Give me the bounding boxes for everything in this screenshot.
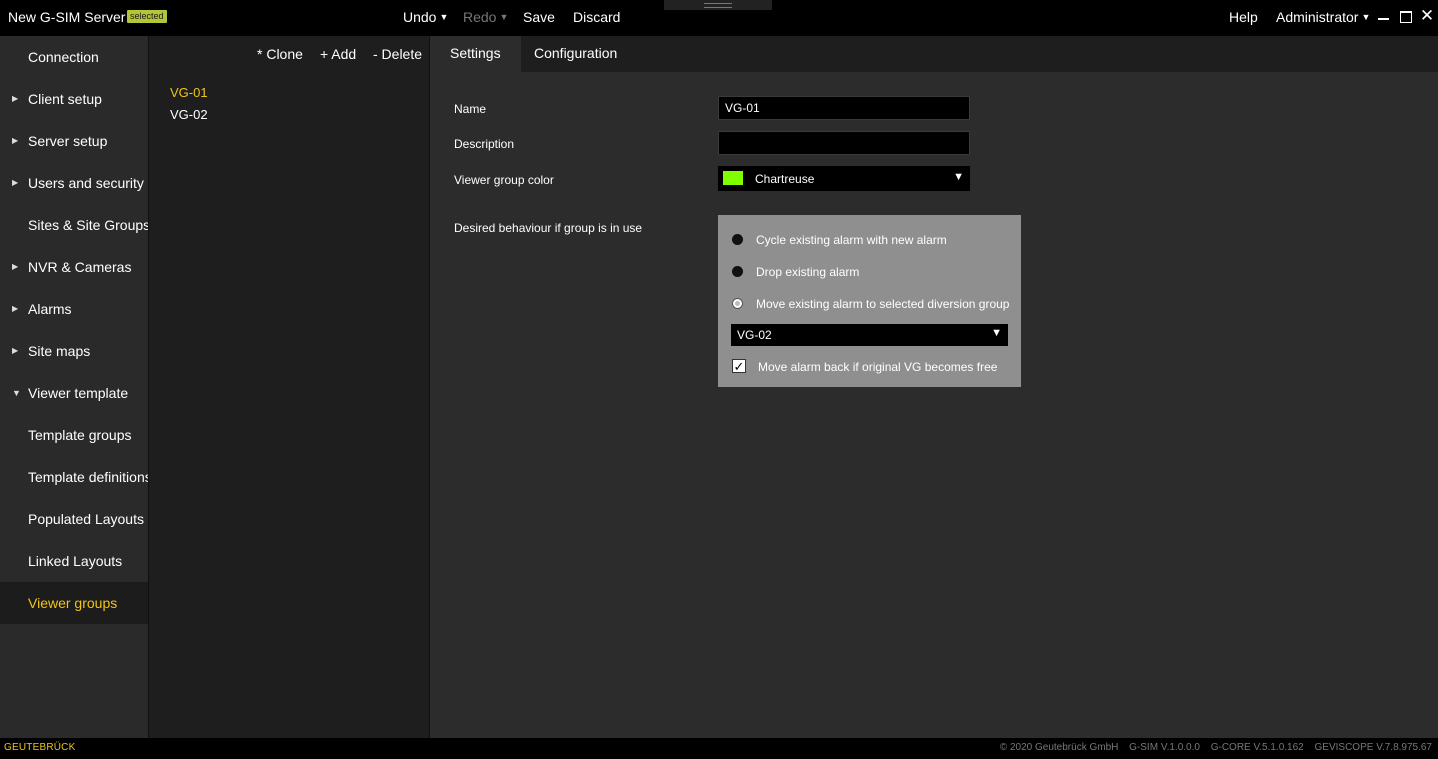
move-back-label: Move alarm back if original VG becomes f… bbox=[758, 360, 998, 374]
sidebar-item-label: Template definitions bbox=[28, 469, 152, 485]
diversion-group-select[interactable]: VG-02 ▼ bbox=[731, 324, 1008, 346]
radio-label: Drop existing alarm bbox=[756, 265, 860, 279]
discard-button[interactable]: Discard bbox=[573, 9, 620, 25]
app-title: New G-SIM Server bbox=[8, 9, 126, 25]
radio-button-icon bbox=[732, 298, 743, 309]
sidebar-item-label: Site maps bbox=[28, 343, 91, 359]
radio-label: Cycle existing alarm with new alarm bbox=[756, 233, 947, 247]
sidebar-item-server-setup[interactable]: ▶ Server setup bbox=[0, 120, 148, 162]
title-bar: New G-SIM Server selected Undo ▼ Redo ▼ Sa… bbox=[0, 0, 1438, 36]
sidebar-item-label: Viewer template bbox=[28, 385, 129, 401]
collapse-arrow-icon: ▼ bbox=[12, 388, 21, 398]
main-panel: Settings Configuration Name Description … bbox=[430, 36, 1438, 738]
expand-arrow-icon: ▶ bbox=[12, 94, 19, 103]
user-menu[interactable]: Administrator ▼ bbox=[1276, 9, 1370, 25]
expand-arrow-icon: ▶ bbox=[12, 136, 19, 145]
checkbox-checked-icon[interactable]: ✓ bbox=[732, 359, 746, 373]
expand-arrow-icon: ▶ bbox=[12, 262, 19, 271]
sidebar-item-label: Server setup bbox=[28, 133, 108, 149]
behaviour-options: Cycle existing alarm with new alarm Drop… bbox=[718, 215, 1021, 387]
sidebar-item-alarms[interactable]: ▶ Alarms bbox=[0, 288, 148, 330]
gsim-version: G-SIM V.1.0.0.0 bbox=[1129, 742, 1200, 753]
sidebar-item-label: Linked Layouts bbox=[28, 553, 123, 569]
description-input[interactable] bbox=[718, 131, 970, 155]
sidebar-item-users-and-security[interactable]: ▶ Users and security bbox=[0, 162, 148, 204]
close-icon[interactable]: ✕ bbox=[1419, 7, 1435, 24]
chevron-down-icon: ▼ bbox=[439, 12, 449, 22]
list-item[interactable]: VG-02 bbox=[170, 107, 208, 122]
sidebar-item-viewer-groups[interactable]: Viewer groups bbox=[0, 582, 148, 624]
sidebar-item-template-groups[interactable]: Template groups bbox=[0, 414, 148, 456]
expand-arrow-icon: ▶ bbox=[12, 178, 19, 187]
status-bar: GEUTEBRÜCK © 2020 Geutebrück GmbH G-SIM … bbox=[0, 738, 1438, 759]
version-info: © 2020 Geutebrück GmbH G-SIM V.1.0.0.0 G… bbox=[992, 742, 1432, 753]
sidebar-item-nvr-cameras[interactable]: ▶ NVR & Cameras bbox=[0, 246, 148, 288]
expand-arrow-icon: ▶ bbox=[12, 304, 19, 313]
expand-arrow-icon: ▶ bbox=[12, 346, 19, 355]
sidebar-item-label: Viewer groups bbox=[28, 595, 118, 611]
sidebar-item-site-maps[interactable]: ▶ Site maps bbox=[0, 330, 148, 372]
sidebar-item-label: Sites & Site Groups bbox=[28, 217, 151, 233]
undo-label: Undo bbox=[403, 9, 437, 25]
undo-button[interactable]: Undo ▼ bbox=[403, 9, 448, 25]
diversion-group-value: VG-02 bbox=[737, 328, 772, 342]
drag-handle[interactable] bbox=[664, 0, 772, 10]
sidebar-item-label: NVR & Cameras bbox=[28, 259, 132, 275]
copyright-text: © 2020 Geutebrück GmbH bbox=[999, 742, 1119, 753]
redo-label: Redo bbox=[463, 9, 497, 25]
redo-button[interactable]: Redo ▼ bbox=[463, 9, 508, 25]
gcore-version: G-CORE V.5.1.0.162 bbox=[1210, 742, 1304, 753]
chevron-down-icon: ▼ bbox=[953, 171, 964, 183]
chevron-down-icon: ▼ bbox=[499, 12, 509, 22]
add-button[interactable]: + Add bbox=[320, 46, 356, 62]
behaviour-label: Desired behaviour if group is in use bbox=[454, 221, 643, 235]
tab-bar: Settings Configuration bbox=[430, 36, 1438, 72]
chevron-down-icon: ▼ bbox=[1361, 12, 1371, 22]
selected-badge: selected bbox=[127, 10, 167, 23]
sidebar-item-label: Alarms bbox=[28, 301, 72, 317]
color-label: Viewer group color bbox=[454, 173, 554, 187]
sidebar-item-label: Populated Layouts bbox=[28, 511, 144, 527]
delete-button[interactable]: - Delete bbox=[373, 46, 422, 62]
geviscope-version: GEVISCOPE V.7.8.975.67 bbox=[1314, 742, 1432, 753]
color-swatch bbox=[723, 171, 743, 185]
sidebar: Connection ▶ Client setup ▶ Server setup ▶… bbox=[0, 36, 152, 738]
radio-label: Move existing alarm to selected diversio… bbox=[756, 297, 1010, 311]
name-label: Name bbox=[454, 102, 487, 116]
list-item[interactable]: VG-01 bbox=[170, 85, 208, 100]
sidebar-item-template-definitions[interactable]: Template definitions bbox=[0, 456, 152, 498]
sidebar-item-label: Users and security bbox=[28, 175, 144, 191]
sidebar-item-connection[interactable]: Connection bbox=[0, 36, 148, 78]
brand-logo: GEUTEBRÜCK bbox=[4, 742, 76, 753]
sidebar-item-sites[interactable]: Sites & Site Groups bbox=[0, 204, 151, 246]
radio-button-icon bbox=[732, 266, 743, 277]
chevron-down-icon: ▼ bbox=[991, 327, 1002, 339]
sidebar-item-linked-layouts[interactable]: Linked Layouts bbox=[0, 540, 148, 582]
user-name: Administrator bbox=[1276, 9, 1359, 25]
minimize-icon[interactable] bbox=[1376, 8, 1392, 24]
sidebar-item-populated-layouts[interactable]: Populated Layouts bbox=[0, 498, 148, 540]
maximize-icon[interactable] bbox=[1398, 8, 1414, 24]
sidebar-item-client-setup[interactable]: ▶ Client setup bbox=[0, 78, 148, 120]
sidebar-item-label: Connection bbox=[28, 49, 99, 65]
help-button[interactable]: Help bbox=[1229, 9, 1258, 25]
viewer-group-list-panel: * Clone + Add - Delete VG-01 VG-02 bbox=[148, 36, 430, 738]
clone-button[interactable]: * Clone bbox=[257, 46, 303, 62]
color-select[interactable]: Chartreuse ▼ bbox=[718, 166, 970, 191]
description-label: Description bbox=[454, 137, 515, 151]
sidebar-item-label: Client setup bbox=[28, 91, 102, 107]
sidebar-item-label: Template groups bbox=[28, 427, 132, 443]
name-input[interactable] bbox=[718, 96, 970, 120]
radio-button-icon bbox=[732, 234, 743, 245]
save-button[interactable]: Save bbox=[523, 9, 555, 25]
sidebar-item-viewer-template[interactable]: ▼ Viewer template bbox=[0, 372, 148, 414]
tab-settings[interactable]: Settings bbox=[430, 36, 521, 72]
tab-configuration[interactable]: Configuration bbox=[514, 36, 637, 72]
color-name: Chartreuse bbox=[755, 172, 815, 186]
